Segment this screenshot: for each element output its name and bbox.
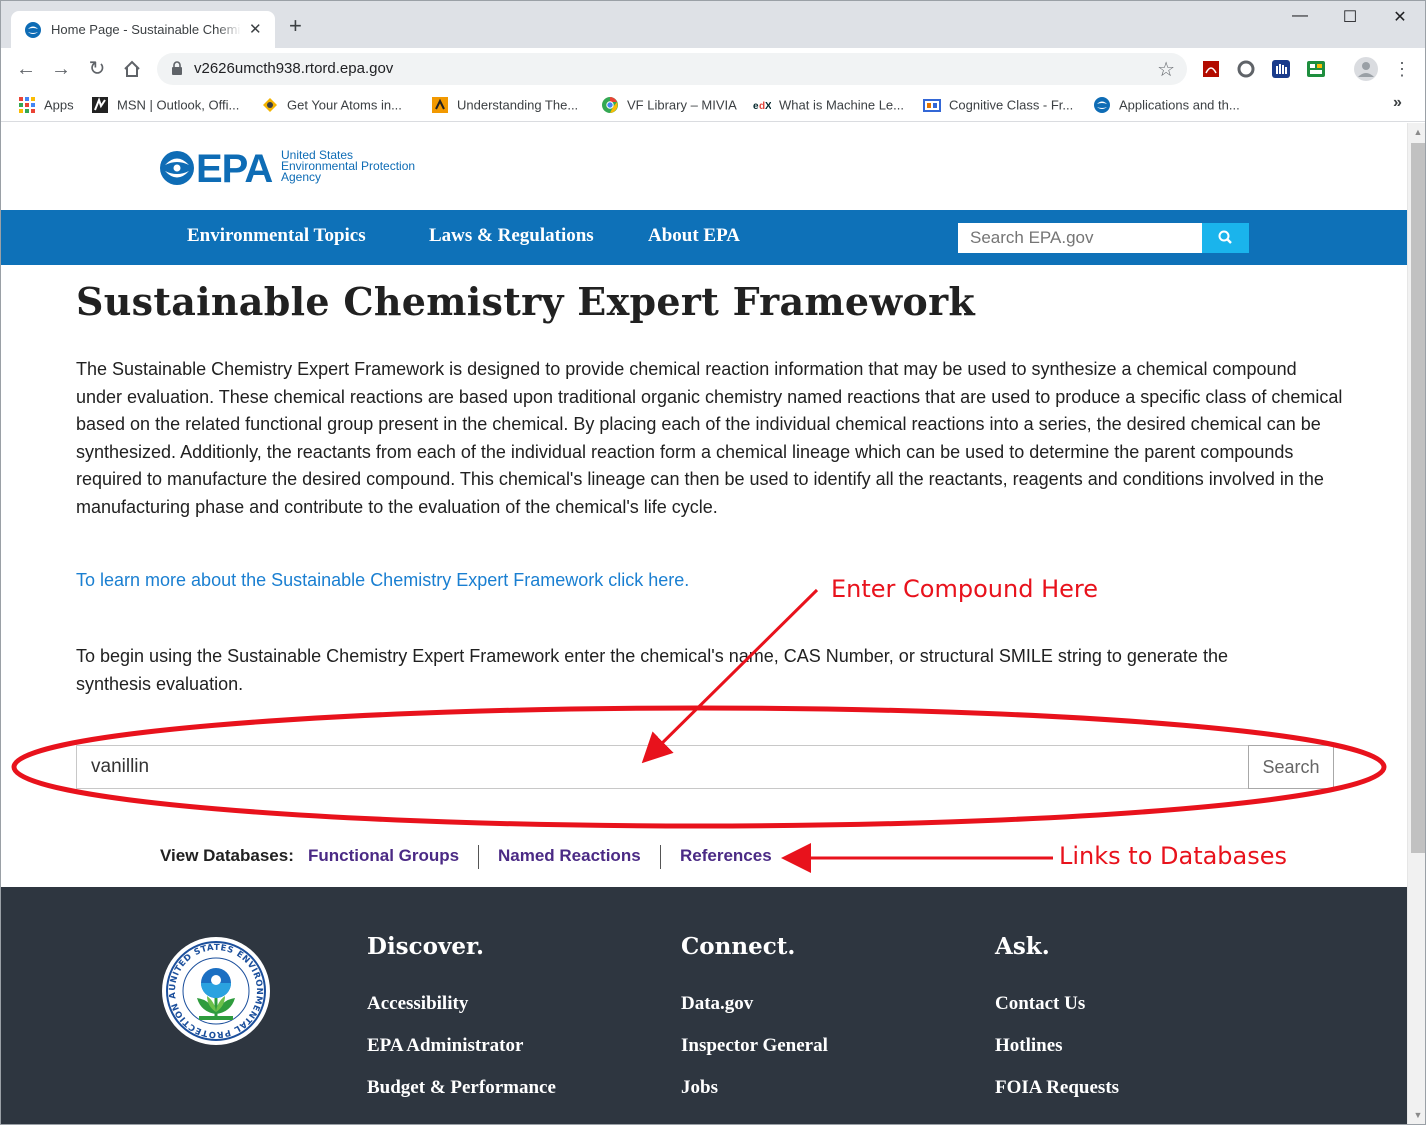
bookmark-vf-library[interactable]: VF Library – MIVIA — [601, 96, 737, 116]
footer-heading-connect: Connect. — [681, 933, 796, 960]
new-tab-button[interactable]: + — [289, 15, 302, 37]
maximize-button[interactable]: ☐ — [1327, 7, 1373, 29]
bookmark-msn[interactable]: MSN | Outlook, Offi... — [91, 96, 239, 116]
footer-heading-ask: Ask. — [995, 933, 1050, 960]
footer-link-epa-administrator[interactable]: EPA Administrator — [367, 1035, 523, 1057]
search-icon — [1218, 230, 1232, 244]
epa-seal-icon[interactable]: UNITED STATES ENVIRONMENTAL PROTECTION A… — [161, 936, 271, 1046]
epa-logo-text: EPA — [196, 147, 273, 191]
bookmarks-overflow-button[interactable]: » — [1393, 94, 1402, 114]
circle-extension-icon[interactable] — [1236, 59, 1256, 79]
address-bar[interactable]: v2626umcth938.rtord.epa.gov ☆ — [157, 53, 1187, 85]
nav-laws-regulations[interactable]: Laws & Regulations — [429, 225, 594, 247]
minimize-button[interactable]: — — [1277, 7, 1323, 29]
browser-menu-icon[interactable]: ⋮ — [1389, 56, 1415, 82]
instructions-paragraph: To begin using the Sustainable Chemistry… — [76, 646, 1228, 694]
bookmark-cognitive-class[interactable]: Cognitive Class - Fr... — [923, 96, 1073, 116]
bookmark-machine-learning[interactable]: edXWhat is Machine Le... — [753, 96, 904, 116]
bookmarks-bar: Apps MSN | Outlook, Offi... Get Your Ato… — [1, 90, 1425, 122]
apps-grid-icon — [19, 97, 35, 113]
url-text: v2626umcth938.rtord.epa.gov — [194, 60, 394, 77]
pdf-extension-icon[interactable] — [1201, 59, 1221, 79]
browser-toolbar: ← → ↻ v2626umcth938.rtord.epa.gov ☆ ⋮ — [1, 48, 1425, 90]
footer-link-inspector-general[interactable]: Inspector General — [681, 1035, 828, 1057]
functional-groups-link[interactable]: Functional Groups — [308, 846, 459, 866]
site-footer: UNITED STATES ENVIRONMENTAL PROTECTION A… — [1, 887, 1407, 1124]
epa-search-input[interactable] — [958, 223, 1202, 253]
footer-link-jobs[interactable]: Jobs — [681, 1077, 718, 1099]
bookmark-apps[interactable]: Apps — [18, 96, 74, 116]
profile-avatar-icon[interactable] — [1354, 57, 1378, 81]
intro-paragraph: The Sustainable Chemistry Expert Framewo… — [76, 359, 1343, 517]
reload-icon[interactable]: ↻ — [84, 56, 110, 82]
references-link[interactable]: References — [680, 846, 772, 866]
view-databases-label: View Databases: — [160, 846, 294, 865]
cognitive-class-icon — [923, 99, 941, 112]
grid-extension-icon[interactable] — [1306, 59, 1326, 79]
bookmark-applications[interactable]: Applications and th... — [1093, 96, 1240, 116]
page-title: Sustainable Chemistry Expert Framework — [76, 279, 976, 324]
svg-text:X: X — [765, 101, 771, 112]
page-viewport: EPA United States Environmental Protecti… — [1, 123, 1407, 1124]
chrome-icon — [602, 97, 618, 113]
footer-link-hotlines[interactable]: Hotlines — [995, 1035, 1063, 1057]
footer-link-contact-us[interactable]: Contact Us — [995, 993, 1085, 1015]
scroll-up-arrow-icon[interactable]: ▲ — [1408, 127, 1425, 137]
agency-name: United States Environmental Protection A… — [281, 148, 416, 184]
forward-arrow-icon[interactable]: → — [48, 56, 74, 82]
footer-link-accessibility[interactable]: Accessibility — [367, 993, 468, 1015]
scroll-down-arrow-icon[interactable]: ▼ — [1408, 1110, 1425, 1120]
tab-strip: Home Page - Sustainable Chemistry Expert… — [1, 1, 1425, 48]
footer-link-budget-performance[interactable]: Budget & Performance — [367, 1077, 556, 1099]
footer-link-foia-requests[interactable]: FOIA Requests — [995, 1077, 1119, 1099]
enter-compound-annotation: Enter Compound Here — [831, 575, 1098, 603]
scrollbar-thumb[interactable] — [1411, 143, 1425, 853]
database-divider — [478, 845, 479, 869]
close-window-button[interactable]: ✕ — [1377, 7, 1423, 29]
nav-environmental-topics[interactable]: Environmental Topics — [187, 225, 366, 247]
atoms-icon — [263, 98, 277, 112]
nav-about-epa[interactable]: About EPA — [648, 225, 740, 247]
home-icon[interactable] — [119, 56, 145, 82]
learn-more-link[interactable]: To learn more about the Sustainable Chem… — [76, 570, 689, 591]
bookmark-icon — [432, 97, 448, 113]
epa-icon — [1094, 97, 1110, 113]
browser-window: Home Page - Sustainable Chemistry Expert… — [0, 0, 1426, 1125]
tab-close-icon[interactable]: ✕ — [249, 20, 262, 38]
lock-icon — [172, 61, 182, 75]
bookmark-atoms[interactable]: Get Your Atoms in... — [261, 96, 402, 116]
links-to-databases-annotation: Links to Databases — [1059, 842, 1288, 870]
database-divider — [660, 845, 661, 869]
compound-search-input[interactable] — [76, 745, 1249, 789]
bookmark-understanding[interactable]: Understanding The... — [431, 96, 578, 116]
named-reactions-link[interactable]: Named Reactions — [498, 846, 641, 866]
hand-extension-icon[interactable] — [1271, 59, 1291, 79]
bookmark-star-icon[interactable]: ☆ — [1157, 57, 1175, 82]
page-scrollbar[interactable]: ▲ ▼ — [1407, 123, 1425, 1124]
msn-icon — [92, 97, 108, 113]
footer-link-data-gov[interactable]: Data.gov — [681, 993, 753, 1015]
compound-search-button[interactable]: Search — [1248, 745, 1334, 789]
edx-icon: edX — [753, 101, 771, 112]
active-tab[interactable]: Home Page - Sustainable Chemistry Expert… — [11, 11, 275, 48]
back-arrow-icon[interactable]: ← — [13, 56, 39, 82]
epa-flower-icon — [160, 151, 194, 185]
footer-heading-discover: Discover. — [367, 933, 484, 960]
tab-title: Home Page - Sustainable Chemistry Expert… — [51, 22, 241, 37]
epa-favicon-icon — [25, 22, 41, 38]
main-navigation: Environmental Topics Laws & Regulations … — [1, 210, 1407, 265]
epa-search-button[interactable] — [1202, 223, 1249, 253]
